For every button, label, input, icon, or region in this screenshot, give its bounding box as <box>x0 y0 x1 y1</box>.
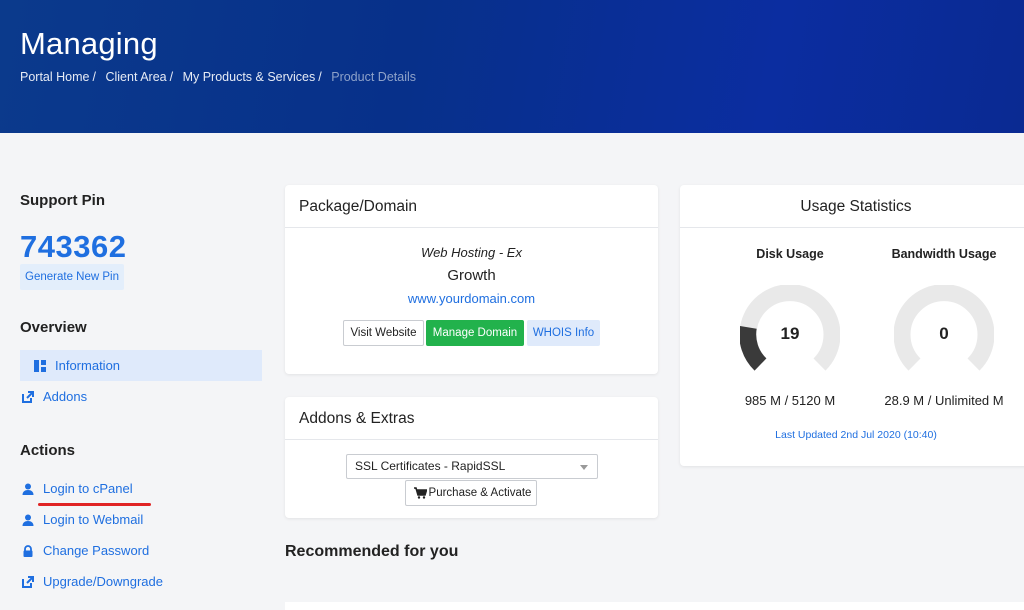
bandwidth-usage-value: 28.9 M / Unlimited M <box>884 393 1004 408</box>
external-link-icon <box>22 390 34 403</box>
last-updated-link[interactable]: Last Updated 2nd Jul 2020 (10:40) <box>680 429 1024 441</box>
visit-website-button[interactable]: Visit Website <box>343 320 424 346</box>
disk-usage-gauge: 19 <box>740 285 840 371</box>
sidebar-item-label: Addons <box>43 389 88 404</box>
purchase-activate-button[interactable]: Purchase & Activate <box>405 480 537 506</box>
addons-extras-card: Addons & Extras SSL Certificates - Rapid… <box>285 397 658 518</box>
package-domain-link[interactable]: www.yourdomain.com <box>285 291 658 306</box>
recommended-heading: Recommended for you <box>285 543 459 560</box>
breadcrumb-current: Product Details <box>331 70 416 84</box>
breadcrumb-my-products[interactable]: My Products & Services <box>183 70 316 84</box>
actions-heading: Actions <box>20 442 76 459</box>
addon-select-value: SSL Certificates - RapidSSL <box>355 459 506 473</box>
disk-usage-value: 985 M / 5120 M <box>744 393 836 408</box>
breadcrumb-portal-home[interactable]: Portal Home <box>20 70 89 84</box>
sidebar-item-upgrade-downgrade[interactable]: Upgrade/Downgrade <box>20 566 163 597</box>
support-pin-value: 743362 <box>20 229 127 264</box>
overview-heading: Overview <box>20 319 87 336</box>
page-header: Managing Portal Home / Client Area / My Pr… <box>0 0 1024 133</box>
sidebar-item-label: Login to cPanel <box>43 481 133 496</box>
manage-domain-button[interactable]: Manage Domain <box>426 320 524 346</box>
lock-icon <box>22 544 34 557</box>
package-type: Web Hosting - Ex <box>421 245 522 260</box>
cart-icon <box>414 487 427 499</box>
bandwidth-usage-percent: 0 <box>939 324 948 343</box>
user-icon <box>22 514 34 526</box>
sidebar-item-login-webmail[interactable]: Login to Webmail <box>20 504 143 535</box>
addons-extras-heading: Addons & Extras <box>285 397 658 440</box>
bandwidth-usage-label: Bandwidth Usage <box>891 247 997 261</box>
sidebar-item-label: Upgrade/Downgrade <box>43 574 163 589</box>
package-name: Growth <box>447 267 496 284</box>
breadcrumb: Portal Home / Client Area / My Products & … <box>20 70 416 84</box>
package-domain-card: Package/Domain Web Hosting - Ex Growth w… <box>285 185 658 374</box>
external-link-icon <box>22 575 34 588</box>
sidebar-item-label: Change Password <box>43 543 150 558</box>
dashboard-icon <box>34 359 46 372</box>
recommended-card <box>285 602 1024 610</box>
purchase-activate-label: Purchase & Activate <box>428 487 532 499</box>
sidebar-item-change-password[interactable]: Change Password <box>20 535 149 566</box>
usage-statistics-card: Usage Statistics Disk Usage 19 985 M / 5… <box>680 185 1024 466</box>
package-domain-heading: Package/Domain <box>285 185 658 228</box>
sidebar-item-label: Login to Webmail <box>43 512 144 527</box>
sidebar-item-information[interactable]: Information <box>20 350 262 381</box>
bandwidth-usage-gauge: 0 <box>894 285 994 371</box>
disk-gauge-fill <box>740 326 767 371</box>
sidebar-item-login-cpanel[interactable]: Login to cPanel <box>20 473 133 504</box>
chevron-down-icon <box>580 465 588 470</box>
user-icon <box>22 483 34 495</box>
support-pin-heading: Support Pin <box>20 192 105 209</box>
disk-usage-label: Disk Usage <box>756 247 824 261</box>
disk-usage-percent: 19 <box>781 324 800 343</box>
sidebar-item-label: Information <box>55 358 121 373</box>
breadcrumb-client-area[interactable]: Client Area <box>105 70 166 84</box>
usage-statistics-heading: Usage Statistics <box>680 185 1024 228</box>
page-title: Managing <box>20 26 158 61</box>
sidebar-item-addons[interactable]: Addons <box>20 381 87 412</box>
addon-select[interactable]: SSL Certificates - RapidSSL <box>346 454 598 479</box>
generate-pin-button[interactable]: Generate New Pin <box>20 264 124 290</box>
whois-info-button[interactable]: WHOIS Info <box>527 320 600 346</box>
